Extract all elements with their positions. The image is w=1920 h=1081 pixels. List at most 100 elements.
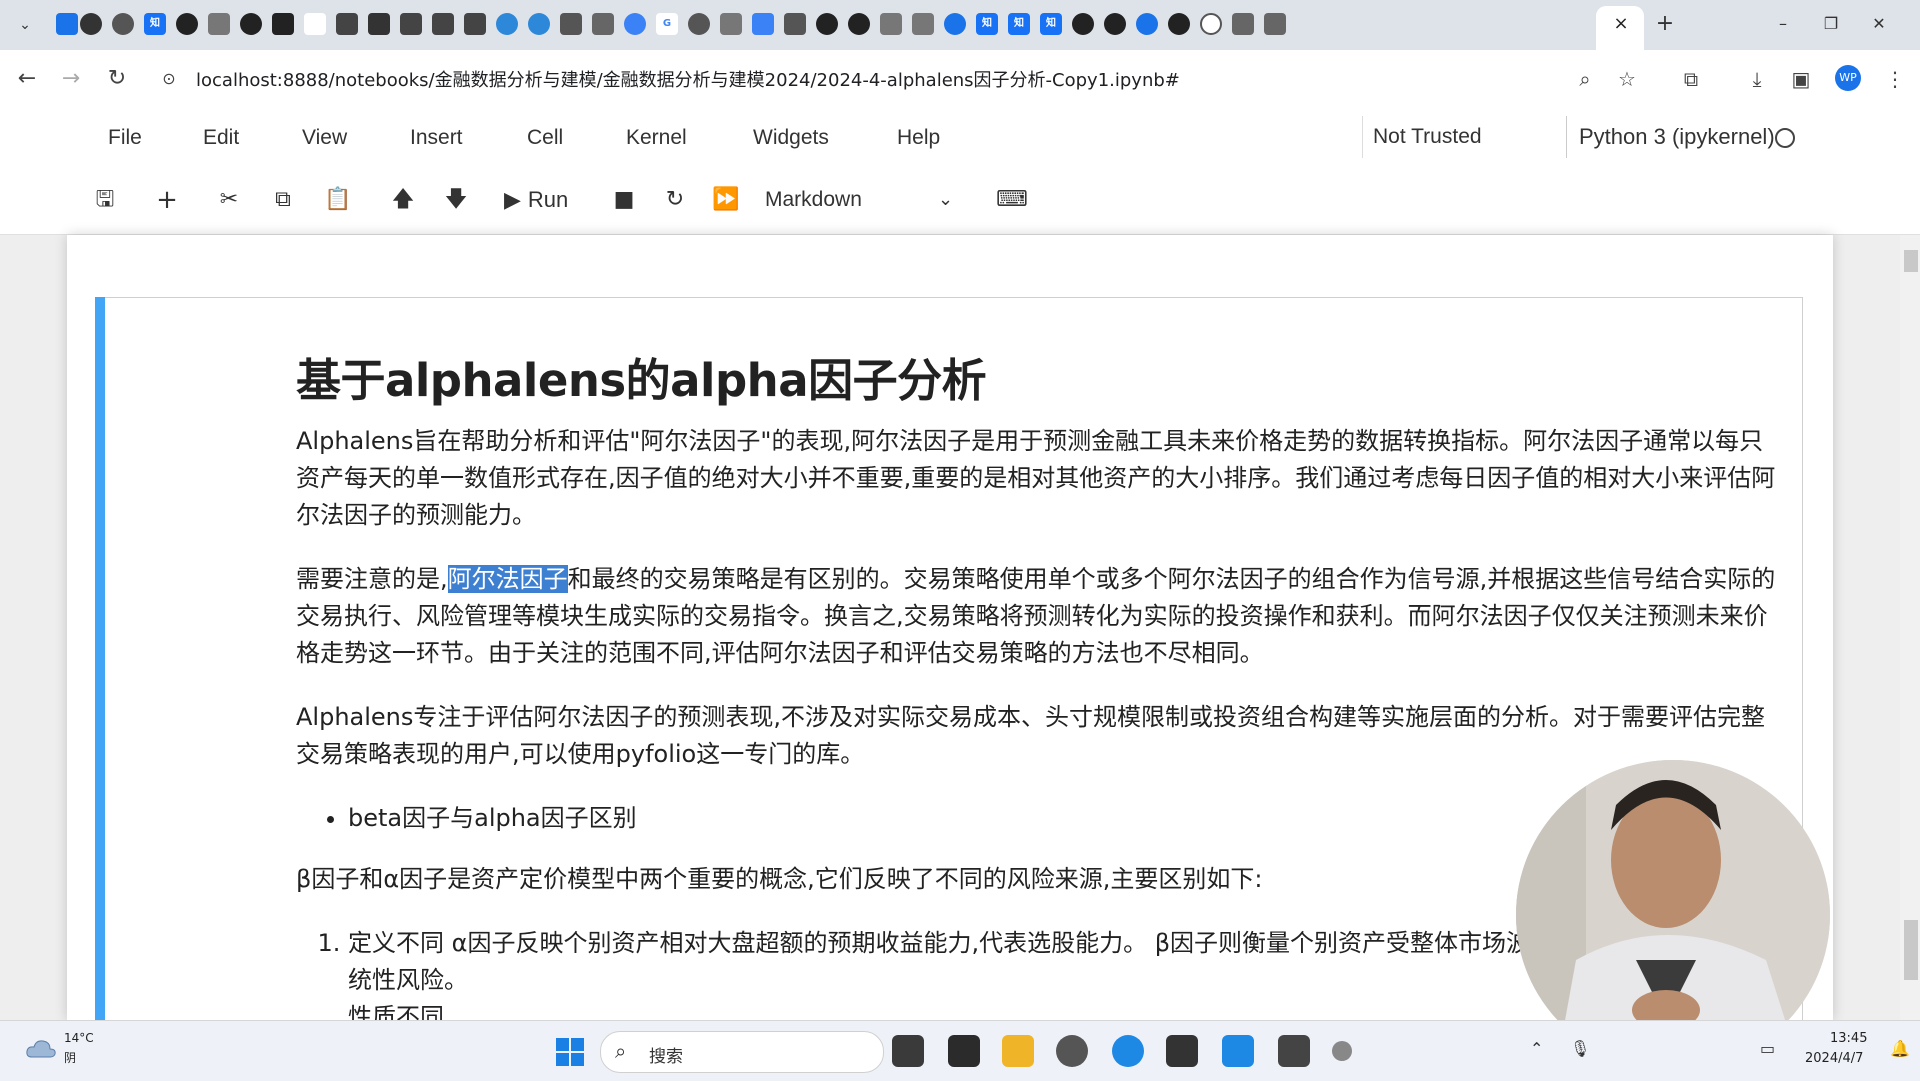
tab-favicon-c-icon[interactable] (912, 13, 934, 35)
kernel-name[interactable]: Python 3 (ipykernel) (1566, 116, 1775, 158)
trust-indicator[interactable]: Not Trusted (1362, 116, 1494, 158)
tab-favicon-globe-icon[interactable] (688, 13, 710, 35)
profile-avatar[interactable]: WP (1835, 65, 1861, 91)
tab-favicon-github-icon[interactable] (1104, 13, 1126, 35)
extensions-icon[interactable]: ⧉ (1676, 64, 1706, 94)
tab-favicon-runner-icon[interactable] (560, 13, 582, 35)
url-field[interactable]: localhost:8888/notebooks/金融数据分析与建模/金融数据分… (196, 66, 1180, 92)
paste-icon[interactable]: 📋 (323, 182, 353, 218)
tab-favicon-book-icon[interactable] (592, 13, 614, 35)
windows-start-icon[interactable] (556, 1038, 584, 1066)
taskbar-wps-icon[interactable] (1278, 1035, 1310, 1067)
window-minimize-icon[interactable]: – (1760, 8, 1806, 40)
save-icon[interactable]: 🖫 (90, 182, 120, 218)
taskbar-app-check-icon[interactable] (1112, 1035, 1144, 1067)
tab-favicon-app-icon[interactable] (944, 13, 966, 35)
taskbar-file-explorer-icon[interactable] (1002, 1035, 1034, 1067)
tab-favicon-tdx-icon[interactable] (368, 13, 390, 35)
tab-favicon-zhihu-icon[interactable]: 知 (1040, 13, 1062, 35)
side-panel-icon[interactable]: ▣ (1786, 64, 1816, 94)
scrollbar-thumb[interactable] (1904, 920, 1918, 980)
taskbar-app-terminal-icon[interactable] (892, 1035, 924, 1067)
copy-icon[interactable]: ⧉ (268, 182, 298, 218)
tab-favicon-doc-icon[interactable] (1264, 13, 1286, 35)
tab-favicon-app-icon[interactable] (752, 13, 774, 35)
cloud-icon[interactable] (24, 1037, 58, 1061)
tab-favicon-github-icon[interactable] (816, 13, 838, 35)
menu-insert[interactable]: Insert (410, 126, 463, 150)
taskbar-app-monitor-icon[interactable] (948, 1035, 980, 1067)
tab-favicon-cloud-icon[interactable] (528, 13, 550, 35)
tab-search-chevron-icon[interactable]: ⌄ (12, 12, 38, 38)
download-icon[interactable]: ⤓ (1742, 64, 1772, 94)
taskbar-chrome-icon[interactable] (1056, 1035, 1088, 1067)
tab-favicon-cloud-icon[interactable] (496, 13, 518, 35)
menu-widgets[interactable]: Widgets (753, 126, 829, 150)
tab-favicon-github-icon[interactable] (1168, 13, 1190, 35)
cell-type-select[interactable]: Markdown (765, 182, 965, 218)
tab-favicon-loading-icon[interactable] (1200, 13, 1222, 35)
menu-file[interactable]: File (108, 126, 142, 150)
site-info-icon[interactable]: ⊙ (154, 64, 184, 94)
cut-icon[interactable]: ✂ (214, 182, 244, 218)
taskbar-app-console-icon[interactable] (1166, 1035, 1198, 1067)
menu-edit[interactable]: Edit (203, 126, 239, 150)
tab-favicon-mail-icon[interactable] (336, 13, 358, 35)
interrupt-icon[interactable]: ■ (609, 182, 639, 218)
menu-cell[interactable]: Cell (527, 126, 563, 150)
tab-favicon-calendar-icon[interactable] (56, 13, 78, 35)
back-icon[interactable]: ← (12, 64, 42, 94)
zoom-icon[interactable]: ⌕ (1570, 64, 1600, 94)
restart-run-all-icon[interactable]: ⏩ (711, 182, 741, 218)
run-button[interactable]: ▶ Run (504, 182, 594, 218)
taskbar-app-record-icon[interactable] (1332, 1041, 1352, 1061)
move-up-icon[interactable]: 🡅 (388, 182, 418, 218)
clock-date[interactable]: 2024/4/7 (1805, 1051, 1863, 1066)
tab-favicon-ai-icon[interactable] (304, 13, 326, 35)
scrollbar-thumb[interactable] (1904, 250, 1918, 272)
tab-favicon-app-icon[interactable] (272, 13, 294, 35)
tab-favicon-doc-icon[interactable] (464, 13, 486, 35)
tab-favicon-github-icon[interactable] (176, 13, 198, 35)
insert-cell-icon[interactable]: + (152, 182, 182, 218)
menu-help[interactable]: Help (897, 126, 940, 150)
tab-favicon-book-icon[interactable] (784, 13, 806, 35)
reload-icon[interactable]: ↻ (102, 64, 132, 94)
tab-favicon-doc-icon[interactable] (400, 13, 422, 35)
taskbar-app-arrow-icon[interactable] (1222, 1035, 1254, 1067)
taskbar-search-box[interactable]: ⌕ 搜索 (600, 1031, 884, 1073)
tab-favicon-github-icon[interactable] (240, 13, 262, 35)
browser-menu-icon[interactable]: ⋮ (1880, 64, 1910, 94)
tab-favicon-zhihu-icon[interactable]: 知 (976, 13, 998, 35)
bookmark-star-icon[interactable]: ☆ (1612, 64, 1642, 94)
tab-favicon-app-icon[interactable] (720, 13, 742, 35)
command-palette-keyboard-icon[interactable]: ⌨ (996, 182, 1028, 218)
page-scrollbar[interactable] (1900, 235, 1920, 1020)
tab-close-icon[interactable]: × (1610, 13, 1632, 35)
tab-favicon-doc-icon[interactable] (432, 13, 454, 35)
window-maximize-icon[interactable]: ❐ (1808, 8, 1854, 40)
new-tab-button[interactable]: + (1652, 11, 1678, 37)
tab-favicon-app-icon[interactable] (1136, 13, 1158, 35)
display-icon[interactable]: ▭ (1760, 1039, 1775, 1058)
tray-overflow-chevron-icon[interactable]: ⌃ (1530, 1039, 1543, 1058)
tab-favicon-zhihu-icon[interactable]: 知 (1008, 13, 1030, 35)
forward-icon[interactable]: → (56, 64, 86, 94)
tab-favicon-gear-icon[interactable] (624, 13, 646, 35)
menu-kernel[interactable]: Kernel (626, 126, 687, 150)
tab-favicon-chrome-icon[interactable] (112, 13, 134, 35)
tab-favicon-github-icon[interactable] (848, 13, 870, 35)
clock-time[interactable]: 13:45 (1830, 1031, 1867, 1046)
restart-icon[interactable]: ↻ (660, 182, 690, 218)
microphone-icon[interactable]: 🎙 (1570, 1039, 1590, 1058)
menu-view[interactable]: View (302, 126, 347, 150)
chevron-down-icon[interactable]: ⌄ (938, 182, 953, 218)
tab-favicon-c-icon[interactable] (880, 13, 902, 35)
tab-favicon-app-icon[interactable] (80, 13, 102, 35)
notification-icon[interactable]: 🔔 (1890, 1039, 1910, 1058)
tab-favicon-zhihu-icon[interactable]: 知 (144, 13, 166, 35)
tab-favicon-c-icon[interactable] (208, 13, 230, 35)
tab-favicon-doc-icon[interactable] (1232, 13, 1254, 35)
window-close-icon[interactable]: ✕ (1856, 8, 1902, 40)
tab-favicon-github-icon[interactable] (1072, 13, 1094, 35)
